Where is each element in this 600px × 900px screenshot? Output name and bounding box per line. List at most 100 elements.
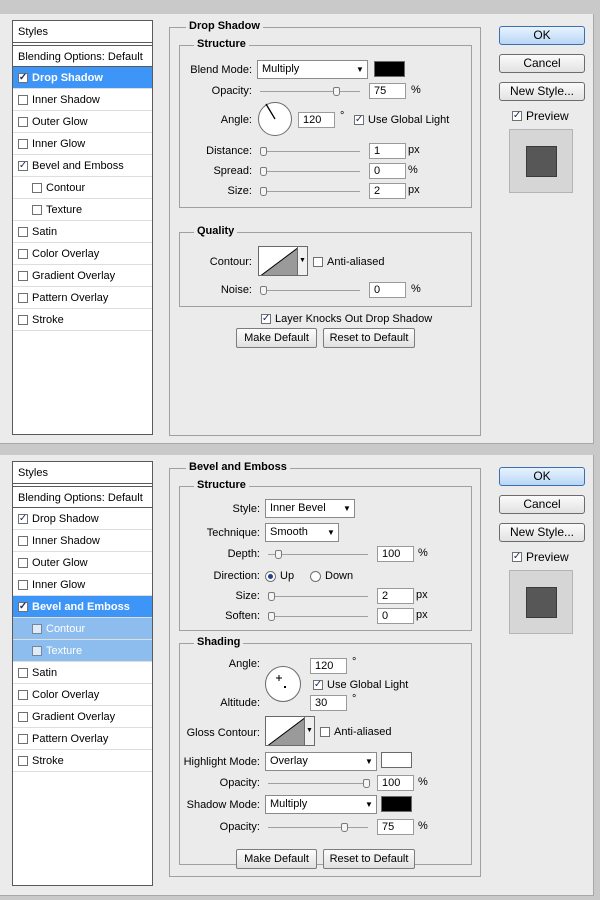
style-item-texture[interactable]: Texture xyxy=(13,640,152,662)
checkbox-color-overlay[interactable] xyxy=(18,248,28,259)
style-item-satin[interactable]: Satin xyxy=(13,662,152,684)
style-item-outer-glow[interactable]: Outer Glow xyxy=(13,111,152,133)
shadow-opacity-slider-thumb[interactable] xyxy=(341,823,348,832)
contour-dropdown-chevron-icon[interactable]: ▼ xyxy=(298,246,308,276)
style-item-color-overlay[interactable]: Color Overlay xyxy=(13,684,152,706)
preview-checkbox[interactable]: ✓ Preview xyxy=(512,108,569,124)
spread-input[interactable]: 0 xyxy=(369,163,406,179)
checkbox-outer-glow[interactable] xyxy=(18,557,28,568)
checkbox-stroke[interactable] xyxy=(18,755,28,766)
checkbox-color-overlay[interactable] xyxy=(18,689,28,700)
shadow-color-swatch[interactable] xyxy=(374,61,405,77)
style-item-inner-glow[interactable]: Inner Glow xyxy=(13,574,152,596)
style-item-drop-shadow[interactable]: ✓ Drop Shadow xyxy=(13,508,152,530)
blend-mode-select[interactable]: Multiply ▼ xyxy=(257,60,368,79)
shadow-opacity-input[interactable]: 75 xyxy=(377,819,414,835)
style-item-gradient-overlay[interactable]: Gradient Overlay xyxy=(13,706,152,728)
style-item-inner-shadow[interactable]: Inner Shadow xyxy=(13,89,152,111)
highlight-opacity-input[interactable]: 100 xyxy=(377,775,414,791)
checkbox-inner-glow[interactable] xyxy=(18,579,28,590)
checkbox-texture[interactable] xyxy=(32,645,42,656)
use-global-light-checkbox[interactable]: ✓ Use Global Light xyxy=(313,677,408,693)
shadow-color-swatch[interactable] xyxy=(381,796,412,812)
checkbox-gradient-overlay[interactable] xyxy=(18,270,28,281)
shading-angle-input[interactable]: 120 xyxy=(310,658,347,674)
highlight-color-swatch[interactable] xyxy=(381,752,412,768)
make-default-button[interactable]: Make Default xyxy=(236,328,317,348)
style-item-outer-glow[interactable]: Outer Glow xyxy=(13,552,152,574)
blending-options-item[interactable]: Blending Options: Default xyxy=(13,45,152,67)
distance-slider-track[interactable] xyxy=(260,151,360,152)
style-item-inner-shadow[interactable]: Inner Shadow xyxy=(13,530,152,552)
shadow-opacity-slider-track[interactable] xyxy=(268,827,368,828)
checkbox-gradient-overlay[interactable] xyxy=(18,711,28,722)
use-global-light-checkbox[interactable]: ✓ Use Global Light xyxy=(354,112,449,128)
noise-slider-thumb[interactable] xyxy=(260,286,267,295)
ok-button[interactable]: OK xyxy=(499,26,585,45)
angle-altitude-dial[interactable] xyxy=(265,666,301,702)
checkbox-inner-glow[interactable] xyxy=(18,138,28,149)
style-item-inner-glow[interactable]: Inner Glow xyxy=(13,133,152,155)
checkbox-stroke[interactable] xyxy=(18,314,28,325)
depth-input[interactable]: 100 xyxy=(377,546,414,562)
depth-slider-thumb[interactable] xyxy=(275,550,282,559)
checkbox-bevel-emboss[interactable]: ✓ xyxy=(18,601,28,612)
soften-input[interactable]: 0 xyxy=(377,608,414,624)
styles-list-header[interactable]: Styles xyxy=(13,462,152,484)
checkbox-contour[interactable] xyxy=(32,182,42,193)
style-item-bevel-emboss[interactable]: ✓ Bevel and Emboss xyxy=(13,596,152,618)
checkbox-drop-shadow[interactable]: ✓ xyxy=(18,72,28,83)
size-slider-thumb[interactable] xyxy=(268,592,275,601)
shadow-mode-select[interactable]: Multiply ▼ xyxy=(265,795,377,814)
checkbox-satin[interactable] xyxy=(18,667,28,678)
noise-slider-track[interactable] xyxy=(260,290,360,291)
checkbox-inner-shadow[interactable] xyxy=(18,535,28,546)
direction-up-radio[interactable]: Up xyxy=(265,568,294,584)
highlight-opacity-slider-thumb[interactable] xyxy=(363,779,370,788)
checkbox-bevel-emboss[interactable]: ✓ xyxy=(18,160,28,171)
style-item-pattern-overlay[interactable]: Pattern Overlay xyxy=(13,728,152,750)
checkbox-contour[interactable] xyxy=(32,623,42,634)
soften-slider-track[interactable] xyxy=(268,616,368,617)
checkbox-pattern-overlay[interactable] xyxy=(18,733,28,744)
checkbox-satin[interactable] xyxy=(18,226,28,237)
style-item-gradient-overlay[interactable]: Gradient Overlay xyxy=(13,265,152,287)
depth-slider-track[interactable] xyxy=(268,554,368,555)
size-input[interactable]: 2 xyxy=(369,183,406,199)
angle-dial[interactable] xyxy=(258,102,292,136)
ok-button[interactable]: OK xyxy=(499,467,585,486)
style-item-contour[interactable]: Contour xyxy=(13,618,152,640)
preview-checkbox[interactable]: ✓ Preview xyxy=(512,549,569,565)
spread-slider-thumb[interactable] xyxy=(260,167,267,176)
opacity-input[interactable]: 75 xyxy=(369,83,406,99)
size-slider-track[interactable] xyxy=(260,191,360,192)
checkbox-inner-shadow[interactable] xyxy=(18,94,28,105)
style-item-pattern-overlay[interactable]: Pattern Overlay xyxy=(13,287,152,309)
cancel-button[interactable]: Cancel xyxy=(499,54,585,73)
technique-select[interactable]: Smooth ▼ xyxy=(265,523,339,542)
new-style-button[interactable]: New Style... xyxy=(499,523,585,542)
checkbox-texture[interactable] xyxy=(32,204,42,215)
bevel-style-select[interactable]: Inner Bevel ▼ xyxy=(265,499,355,518)
checkbox-pattern-overlay[interactable] xyxy=(18,292,28,303)
checkbox-drop-shadow[interactable]: ✓ xyxy=(18,513,28,524)
size-input[interactable]: 2 xyxy=(377,588,414,604)
anti-aliased-checkbox[interactable]: Anti-aliased xyxy=(320,724,391,740)
noise-input[interactable]: 0 xyxy=(369,282,406,298)
blending-options-item[interactable]: Blending Options: Default xyxy=(13,486,152,508)
distance-input[interactable]: 1 xyxy=(369,143,406,159)
styles-list-header[interactable]: Styles xyxy=(13,21,152,43)
highlight-opacity-slider-track[interactable] xyxy=(268,783,368,784)
new-style-button[interactable]: New Style... xyxy=(499,82,585,101)
reset-to-default-button[interactable]: Reset to Default xyxy=(323,328,415,348)
anti-aliased-checkbox[interactable]: Anti-aliased xyxy=(313,254,384,270)
gloss-contour-chevron-icon[interactable]: ▼ xyxy=(305,716,315,746)
style-item-color-overlay[interactable]: Color Overlay xyxy=(13,243,152,265)
highlight-mode-select[interactable]: Overlay ▼ xyxy=(265,752,377,771)
contour-preview[interactable] xyxy=(258,246,298,276)
style-item-stroke[interactable]: Stroke xyxy=(13,309,152,331)
style-item-drop-shadow[interactable]: ✓ Drop Shadow xyxy=(13,67,152,89)
direction-down-radio[interactable]: Down xyxy=(310,568,353,584)
opacity-slider-thumb[interactable] xyxy=(333,87,340,96)
reset-to-default-button[interactable]: Reset to Default xyxy=(323,849,415,869)
